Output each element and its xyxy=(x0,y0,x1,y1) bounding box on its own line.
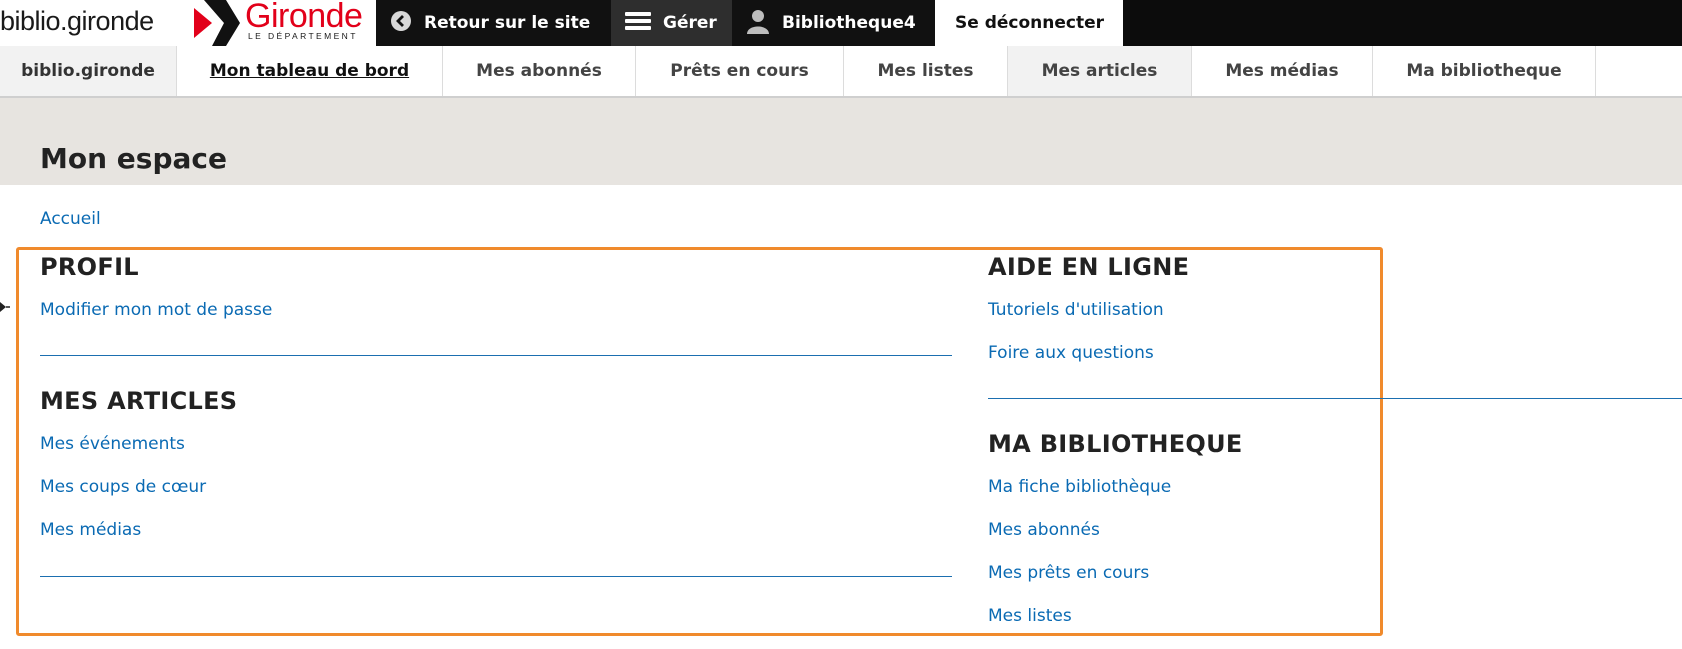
dashboard-nav: biblio.gironde Mon tableau de bord Mes a… xyxy=(0,46,1682,98)
nav-item-dashboard[interactable]: Mon tableau de bord xyxy=(177,46,443,96)
page-title: Mon espace xyxy=(40,142,227,175)
section-title-aide: AIDE EN LIGNE xyxy=(988,253,1190,281)
my-lists-link[interactable]: Mes listes xyxy=(988,606,1072,626)
nav-item-loans[interactable]: Prêts en cours xyxy=(636,46,844,96)
gironde-logo[interactable]: Gironde LE DÉPARTEMENT xyxy=(190,0,376,46)
tutorials-link[interactable]: Tutoriels d'utilisation xyxy=(988,300,1164,320)
brand-text: biblio.gironde xyxy=(0,6,154,36)
faq-link[interactable]: Foire aux questions xyxy=(988,343,1154,363)
logout-button[interactable]: Se déconnecter xyxy=(935,0,1123,46)
section-divider xyxy=(40,355,952,356)
nav-item-articles[interactable]: Mes articles xyxy=(1008,46,1192,96)
section-title-profil: PROFIL xyxy=(40,253,139,281)
nav-item-site[interactable]: biblio.gironde xyxy=(0,46,177,96)
my-loans-link[interactable]: Mes prêts en cours xyxy=(988,563,1149,583)
admin-toolbar: biblio.gironde Gironde LE DÉPARTEMENT Re… xyxy=(0,0,1682,46)
user-name: Bibliotheque4 xyxy=(782,13,916,33)
nav-item-library[interactable]: Ma bibliotheque xyxy=(1373,46,1596,96)
logout-label: Se déconnecter xyxy=(955,13,1104,33)
breadcrumb-home-link[interactable]: Accueil xyxy=(40,209,101,229)
my-media-link[interactable]: Mes médias xyxy=(40,520,141,540)
nav-item-lists[interactable]: Mes listes xyxy=(844,46,1008,96)
section-title-articles: MES ARTICLES xyxy=(40,387,238,415)
mouse-cursor-icon xyxy=(0,300,10,318)
page-header-band xyxy=(0,98,1682,185)
manage-menu-button[interactable]: Gérer xyxy=(611,0,732,46)
brand-link[interactable]: biblio.gironde xyxy=(0,0,190,46)
section-title-bibliotheque: MA BIBLIOTHEQUE xyxy=(988,430,1243,458)
back-to-site-label: Retour sur le site xyxy=(424,13,591,33)
my-subscribers-link[interactable]: Mes abonnés xyxy=(988,520,1100,540)
user-icon xyxy=(746,8,770,39)
change-password-link[interactable]: Modifier mon mot de passe xyxy=(40,300,272,320)
back-to-site-link[interactable]: Retour sur le site xyxy=(376,0,611,46)
manage-menu-label: Gérer xyxy=(663,13,717,33)
section-divider xyxy=(40,576,952,577)
my-favorites-link[interactable]: Mes coups de cœur xyxy=(40,477,206,497)
gironde-logo-icon xyxy=(194,0,240,46)
library-profile-link[interactable]: Ma fiche bibliothèque xyxy=(988,477,1171,497)
section-divider xyxy=(988,398,1682,399)
logo-subtitle: LE DÉPARTEMENT xyxy=(248,31,358,41)
my-events-link[interactable]: Mes événements xyxy=(40,434,185,454)
nav-item-media[interactable]: Mes médias xyxy=(1192,46,1373,96)
nav-item-subscribers[interactable]: Mes abonnés xyxy=(443,46,636,96)
chevron-left-circle-icon xyxy=(390,10,412,37)
hamburger-menu-icon xyxy=(625,10,651,37)
user-account-link[interactable]: Bibliotheque4 xyxy=(732,0,935,46)
